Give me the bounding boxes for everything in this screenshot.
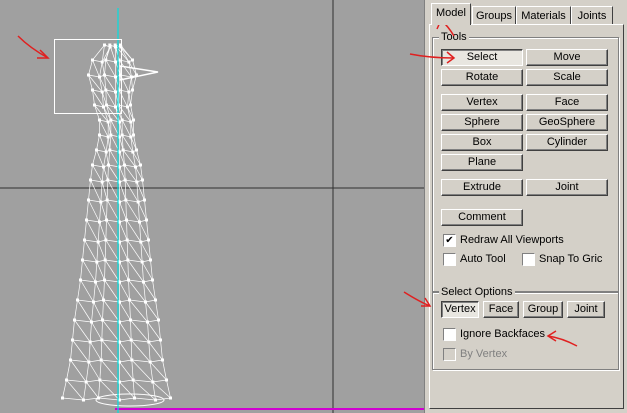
- head-beak: [119, 65, 159, 81]
- mesh-wireframe: [62, 44, 171, 401]
- select-vertex-button[interactable]: Vertex: [441, 301, 479, 318]
- tab-joints[interactable]: Joints: [571, 6, 613, 24]
- joint-tool-button[interactable]: Joint: [526, 179, 608, 196]
- tools-group-label: Tools: [439, 31, 469, 43]
- select-tool-button[interactable]: Select: [441, 49, 523, 66]
- tab-model[interactable]: Model: [431, 3, 471, 25]
- tab-content: Tools Select Move Rotate Scale Vertex Fa…: [429, 24, 624, 409]
- select-options-group: Select Options Vertex Face Group Joint I…: [432, 286, 619, 370]
- select-options-group-label: Select Options: [439, 286, 515, 298]
- model-viewport[interactable]: [0, 0, 424, 413]
- select-joint-button[interactable]: Joint: [567, 301, 605, 318]
- comment-tool-button[interactable]: Comment: [441, 209, 523, 226]
- move-tool-button[interactable]: Move: [526, 49, 608, 66]
- model-panel: Model Groups Materials Joints Tools Sele…: [424, 0, 627, 413]
- face-tool-button[interactable]: Face: [526, 94, 608, 111]
- rotate-tool-button[interactable]: Rotate: [441, 69, 523, 86]
- extrude-tool-button[interactable]: Extrude: [441, 179, 523, 196]
- wireframe-model: [0, 0, 424, 413]
- geosphere-tool-button[interactable]: GeoSphere: [526, 114, 608, 131]
- select-group-button[interactable]: Group: [523, 301, 563, 318]
- tab-materials[interactable]: Materials: [516, 6, 571, 24]
- box-tool-button[interactable]: Box: [441, 134, 523, 151]
- sphere-tool-button[interactable]: Sphere: [441, 114, 523, 131]
- vertex-tool-button[interactable]: Vertex: [441, 94, 523, 111]
- cylinder-tool-button[interactable]: Cylinder: [526, 134, 608, 151]
- scale-tool-button[interactable]: Scale: [526, 69, 608, 86]
- checkmark-icon: ✔: [443, 234, 456, 247]
- tab-groups[interactable]: Groups: [472, 6, 516, 24]
- select-face-button[interactable]: Face: [483, 301, 519, 318]
- tools-group: Tools Select Move Rotate Scale Vertex Fa…: [432, 31, 619, 292]
- plane-tool-button[interactable]: Plane: [441, 154, 523, 171]
